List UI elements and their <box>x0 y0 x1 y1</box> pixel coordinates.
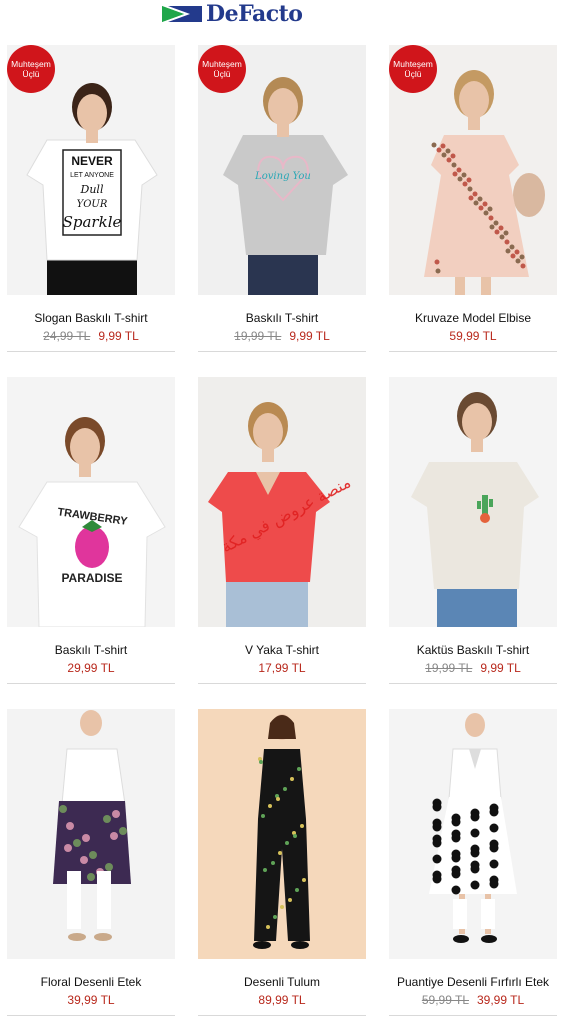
divider <box>7 351 175 352</box>
current-price: 89,99 TL <box>258 993 306 1007</box>
promo-badge-line1: Muhteşem <box>202 59 242 69</box>
product-name[interactable]: Baskılı T-shirt <box>198 311 366 325</box>
product-card[interactable]: Loving You Muhteşem Üçlü Baskılı T-shirt 19,… <box>198 45 366 355</box>
svg-text:LET ANYONE: LET ANYONE <box>70 172 114 179</box>
divider <box>389 351 557 352</box>
promo-badge-line1: Muhteşem <box>11 59 51 69</box>
product-card[interactable]: Muhteşem Üçlü Kruvaze Model Elbise 59,99 TL <box>389 45 557 355</box>
brand-logo[interactable]: DeFacto <box>162 1 303 27</box>
product-card[interactable]: Desenli Tulum 89,99 TL <box>198 709 366 1019</box>
svg-text:Sparkle: Sparkle <box>63 213 122 231</box>
svg-text:NEVER: NEVER <box>71 154 113 168</box>
product-image[interactable] <box>7 709 175 959</box>
product-name[interactable]: Baskılı T-shirt <box>7 643 175 657</box>
current-price: 17,99 TL <box>258 661 306 675</box>
product-card[interactable]: V Yaka T-shirt 17,99 TL <box>198 377 366 687</box>
product-image[interactable] <box>198 377 366 627</box>
divider <box>7 1015 175 1016</box>
current-price: 59,99 TL <box>449 329 497 343</box>
promo-badge-line2: Üçlü <box>213 69 231 79</box>
product-name[interactable]: Kaktüs Baskılı T-shirt <box>389 643 557 657</box>
promo-badge-line2: Üçlü <box>404 69 422 79</box>
product-prices: 89,99 TL <box>198 993 366 1007</box>
promo-badge: Muhteşem Üçlü <box>198 45 246 93</box>
current-price: 9,99 TL <box>98 329 139 343</box>
current-price: 39,99 TL <box>67 993 115 1007</box>
promo-badge: Muhteşem Üçlü <box>7 45 55 93</box>
product-name[interactable]: Desenli Tulum <box>198 975 366 989</box>
promo-badge: Muhteşem Üçlü <box>389 45 437 93</box>
product-name[interactable]: V Yaka T-shirt <box>198 643 366 657</box>
current-price: 39,99 TL <box>477 993 525 1007</box>
promo-badge-line2: Üçlü <box>22 69 40 79</box>
product-image[interactable]: TRAWBERRY PARADISE <box>7 377 175 627</box>
svg-text:YOUR: YOUR <box>77 199 108 210</box>
product-card[interactable]: Kaktüs Baskılı T-shirt 19,99 TL 9,99 TL <box>389 377 557 687</box>
divider <box>198 683 366 684</box>
svg-text:Dull: Dull <box>80 183 104 196</box>
current-price: 29,99 TL <box>67 661 115 675</box>
product-name[interactable]: Puantiye Desenli Fırfırlı Etek <box>389 975 557 989</box>
product-prices: 59,99 TL 39,99 TL <box>389 993 557 1007</box>
product-prices: 29,99 TL <box>7 661 175 675</box>
divider <box>7 683 175 684</box>
brand-name: DeFacto <box>206 1 303 27</box>
old-price: 24,99 TL <box>43 329 91 343</box>
product-image[interactable] <box>198 709 366 959</box>
old-price: 59,99 TL <box>421 993 469 1007</box>
product-card[interactable]: NEVER LET ANYONE Dull YOUR Sparkle Muhteşem Üç… <box>7 45 175 355</box>
current-price: 9,99 TL <box>480 661 521 675</box>
old-price: 19,99 TL <box>425 661 473 675</box>
product-name[interactable]: Floral Desenli Etek <box>7 975 175 989</box>
product-prices: 24,99 TL 9,99 TL <box>7 329 175 343</box>
promo-badge-line1: Muhteşem <box>393 59 433 69</box>
product-card[interactable]: Floral Desenli Etek 39,99 TL <box>7 709 175 1019</box>
divider <box>389 1015 557 1016</box>
old-price: 19,99 TL <box>234 329 282 343</box>
divider <box>389 683 557 684</box>
product-prices: 59,99 TL <box>389 329 557 343</box>
header: DeFacto <box>0 0 568 30</box>
divider <box>198 1015 366 1016</box>
product-name[interactable]: Slogan Baskılı T-shirt <box>7 311 175 325</box>
product-image[interactable] <box>389 709 557 959</box>
product-card[interactable]: Puantiye Desenli Fırfırlı Etek 59,99 TL 39… <box>389 709 557 1019</box>
product-name[interactable]: Kruvaze Model Elbise <box>389 311 557 325</box>
product-card[interactable]: TRAWBERRY PARADISE Baskılı T-shirt 29,99 TL <box>7 377 175 687</box>
product-image[interactable] <box>389 377 557 627</box>
product-prices: 17,99 TL <box>198 661 366 675</box>
divider <box>198 351 366 352</box>
current-price: 9,99 TL <box>289 329 330 343</box>
product-prices: 19,99 TL 9,99 TL <box>198 329 366 343</box>
product-prices: 39,99 TL <box>7 993 175 1007</box>
svg-text:Loving You: Loving You <box>254 171 311 182</box>
svg-text:PARADISE: PARADISE <box>61 571 122 585</box>
logo-flag-icon <box>162 4 202 24</box>
product-prices: 19,99 TL 9,99 TL <box>389 661 557 675</box>
